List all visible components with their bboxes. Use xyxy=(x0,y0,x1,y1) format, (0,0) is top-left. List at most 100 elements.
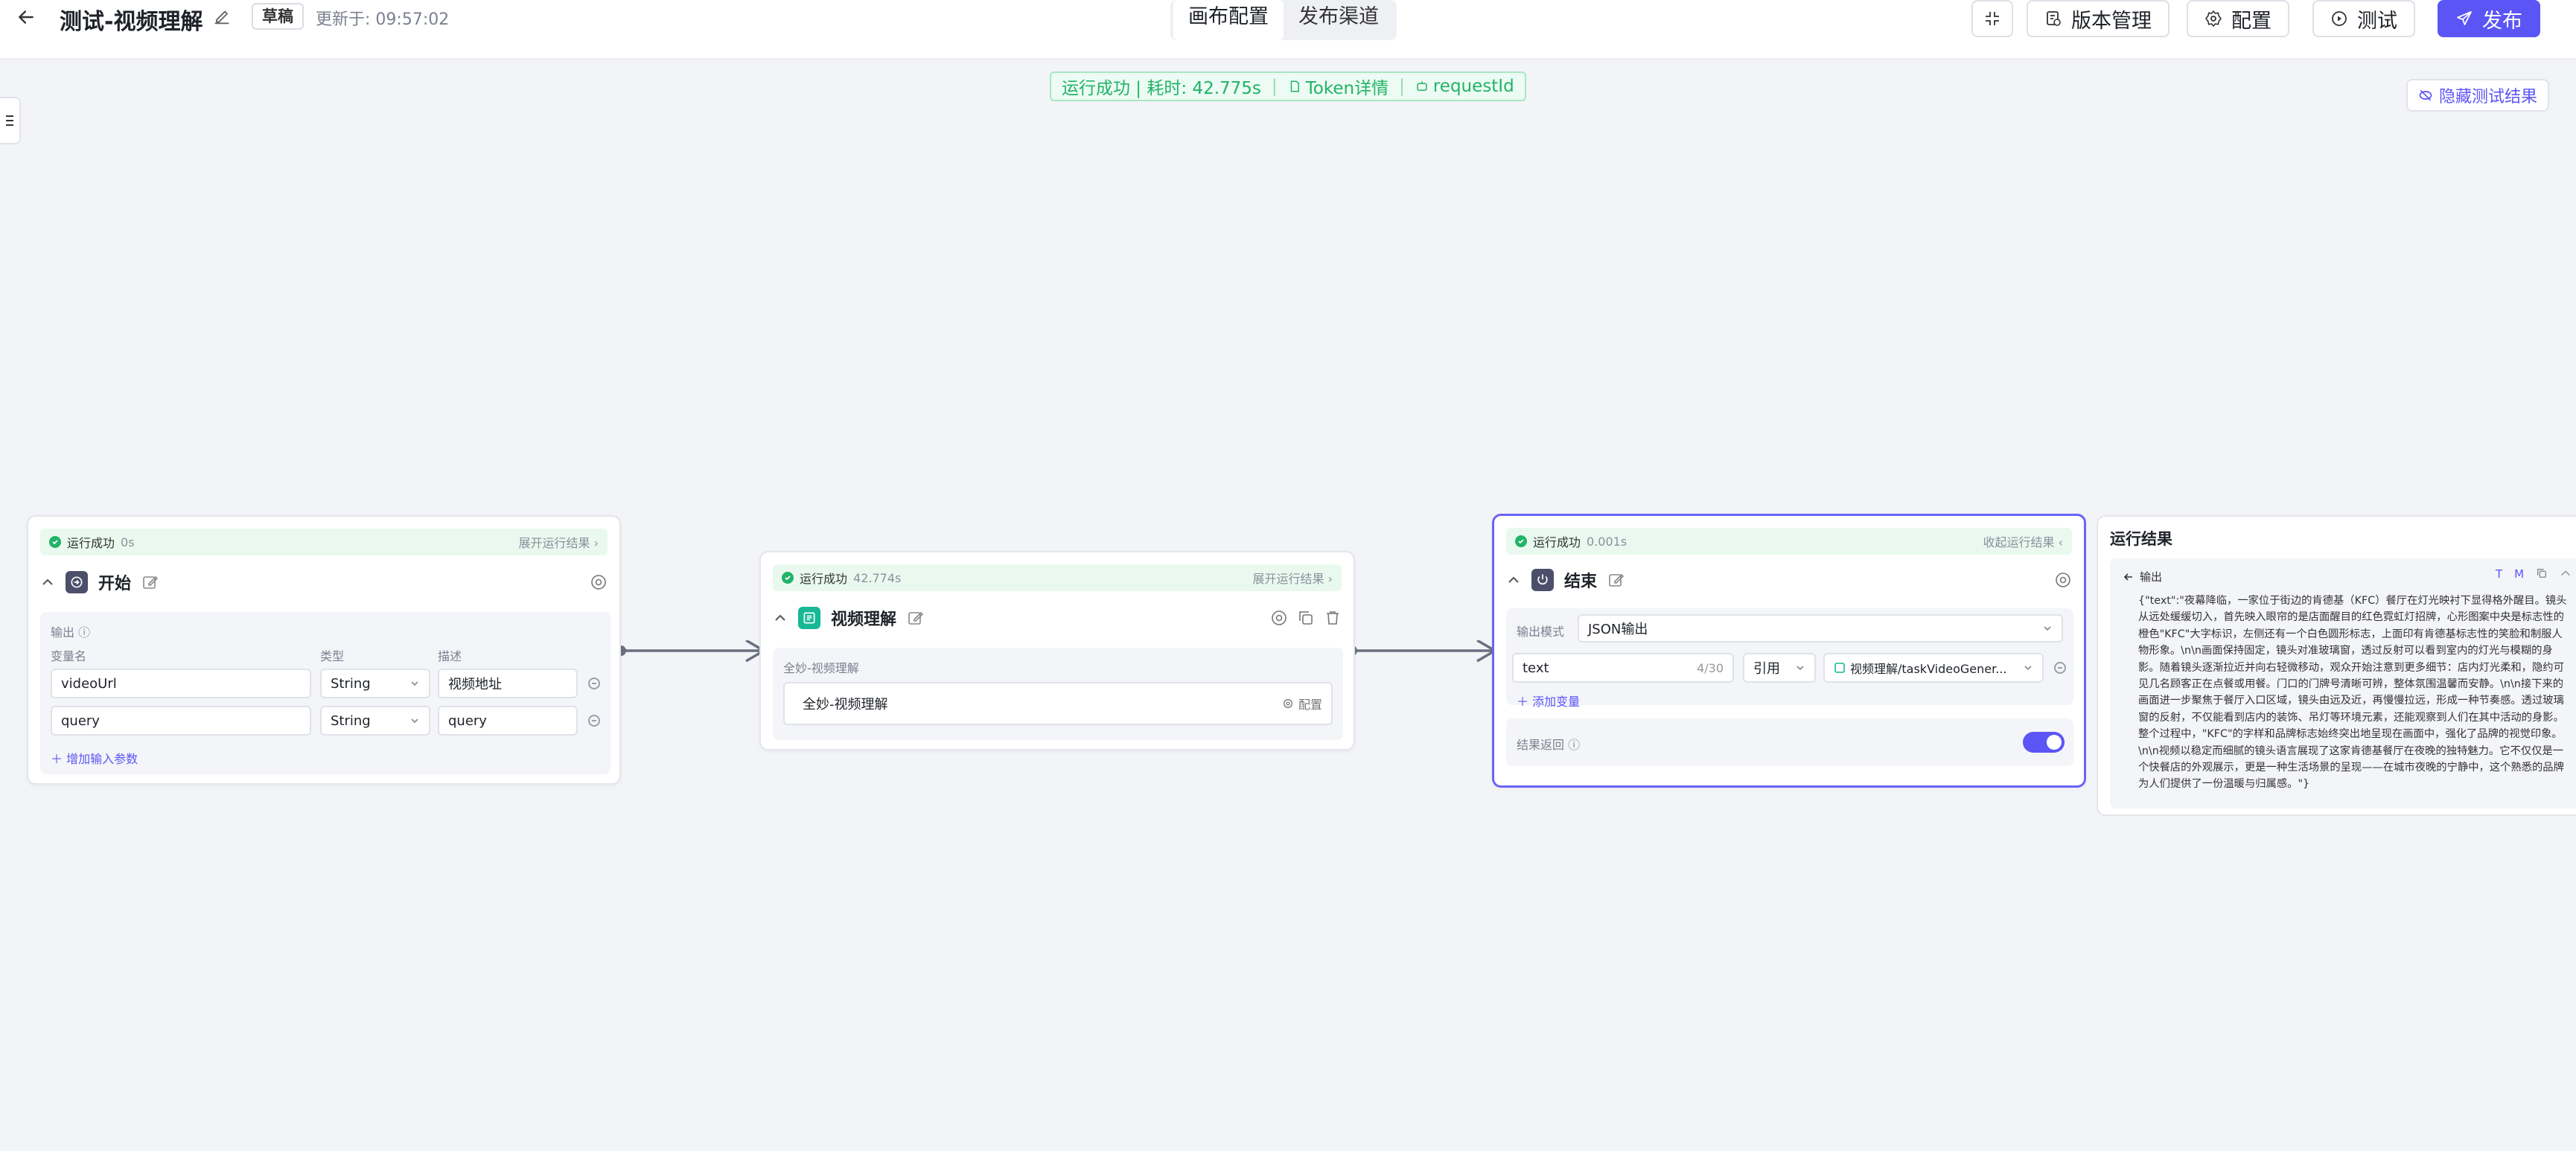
collapse-icon[interactable] xyxy=(2560,567,2572,579)
power-icon xyxy=(1531,569,1554,591)
mode-tabs: 画布配置 发布渠道 xyxy=(1170,0,1397,40)
top-bar: 测试-视频理解 草稿 更新于: 09:57:02 画布配置 发布渠道 版本管理 … xyxy=(0,0,2576,60)
ref-value-select[interactable]: 视频理解/taskVideoGener... xyxy=(1823,653,2044,683)
output-mode-select[interactable]: JSON输出 xyxy=(1578,614,2063,643)
workflow-title: 测试-视频理解 xyxy=(60,9,203,35)
remove-param-icon[interactable] xyxy=(588,715,600,727)
status-text: 运行成功 xyxy=(800,572,848,586)
param-type-select[interactable]: String xyxy=(320,669,430,698)
status-duration: 0.001s xyxy=(1587,534,1627,549)
edit-title-icon[interactable] xyxy=(211,6,234,28)
back-arrow-icon[interactable] xyxy=(10,1,42,33)
chevron-down-icon xyxy=(411,718,418,724)
eye-off-icon xyxy=(2419,89,2432,101)
send-icon xyxy=(2457,11,2472,25)
node-run-status: 运行成功 0s 展开运行结果 › xyxy=(40,529,608,555)
test-button[interactable]: 测试 xyxy=(2312,0,2415,37)
chevron-down-icon xyxy=(2024,666,2032,671)
copy-icon[interactable] xyxy=(1297,609,1315,627)
end-node[interactable]: 运行成功 0.001s 收起运行结果 ‹ 结束 输出模式 JSON输出 text… xyxy=(1492,514,2086,788)
version-management-button[interactable]: 版本管理 xyxy=(2027,0,2169,37)
column-desc: 描述 xyxy=(438,649,462,663)
markdown-view-button[interactable]: M xyxy=(2514,567,2524,581)
remove-var-icon[interactable] xyxy=(2054,662,2066,674)
add-input-param-link[interactable]: ＋ 增加输入参数 xyxy=(51,749,138,767)
arrow-left-icon xyxy=(2123,573,2132,581)
chevron-up-icon[interactable] xyxy=(773,610,788,625)
result-return-toggle[interactable] xyxy=(2023,732,2065,753)
test-label: 测试 xyxy=(2357,9,2397,33)
remove-param-icon[interactable] xyxy=(588,677,600,689)
add-variable-link[interactable]: ＋ 添加变量 xyxy=(1517,692,1580,710)
node-run-status: 运行成功 42.774s 展开运行结果 › xyxy=(773,564,1342,591)
node-header: 开始 xyxy=(40,570,608,594)
status-text: 运行成功 xyxy=(67,536,115,550)
run-status-text: 运行成功 | 耗时: 42.775s xyxy=(1062,79,1261,98)
settings-icon[interactable] xyxy=(1270,609,1288,627)
collapse-results-link[interactable]: 收起运行结果 ‹ xyxy=(1983,532,2064,550)
publish-button[interactable]: 发布 xyxy=(2438,0,2540,37)
result-title: 运行结果 xyxy=(2110,530,2172,548)
model-config-link[interactable]: 配置 xyxy=(1282,695,1322,712)
output-config-panel: 输出模式 JSON输出 text 4/30 引用 视频理解/taskVideoG… xyxy=(1506,608,2073,709)
result-view-tools: T M xyxy=(2496,567,2572,581)
edit-icon[interactable] xyxy=(907,609,925,627)
success-check-icon xyxy=(782,572,794,584)
publish-label: 发布 xyxy=(2482,9,2522,33)
document-icon xyxy=(1290,80,1299,92)
edit-icon[interactable] xyxy=(141,573,159,591)
param-desc-input[interactable]: query xyxy=(438,706,578,736)
status-duration: 42.774s xyxy=(853,570,902,585)
draft-badge: 草稿 xyxy=(252,3,304,30)
param-name-input[interactable]: videoUrl xyxy=(51,669,311,698)
divider: | xyxy=(1399,77,1405,96)
ref-type-select[interactable]: 引用 xyxy=(1743,653,1816,683)
divider: | xyxy=(1271,77,1278,96)
output-toggle[interactable]: 输出 xyxy=(2123,569,2162,584)
success-check-icon xyxy=(1515,535,1527,547)
tab-publish-channel[interactable]: 发布渠道 xyxy=(1284,0,1394,40)
column-name: 变量名 xyxy=(51,649,87,663)
expand-results-link[interactable]: 展开运行结果 › xyxy=(519,533,599,551)
delete-icon[interactable] xyxy=(1324,609,1342,627)
updated-value: 09:57:02 xyxy=(375,10,450,29)
text-view-button[interactable]: T xyxy=(2496,567,2502,581)
param-name-input[interactable]: query xyxy=(51,706,311,736)
hide-test-results-button[interactable]: 隐藏测试结果 xyxy=(2406,79,2550,112)
config-label: 配置 xyxy=(2231,9,2271,33)
chevron-up-icon[interactable] xyxy=(1506,573,1521,587)
robot-icon xyxy=(1417,81,1427,91)
video-understanding-node[interactable]: 运行成功 42.774s 展开运行结果 › 视频理解 全妙-视频理解 全妙-视频… xyxy=(759,551,1355,750)
sidebar-toggle[interactable] xyxy=(0,97,21,144)
settings-icon[interactable] xyxy=(590,573,608,591)
param-type-select[interactable]: String xyxy=(320,706,430,736)
column-type: 类型 xyxy=(320,649,345,663)
node-header: 结束 xyxy=(1506,568,2072,592)
copy-icon[interactable] xyxy=(2536,567,2548,579)
collapse-button[interactable] xyxy=(1971,0,2013,37)
edit-icon[interactable] xyxy=(1607,571,1625,589)
model-item-name: 全妙-视频理解 xyxy=(803,697,888,712)
token-detail-link[interactable]: Token详情 xyxy=(1288,74,1389,99)
expand-results-link[interactable]: 展开运行结果 › xyxy=(1253,569,1333,587)
video-understanding-icon xyxy=(798,607,820,629)
request-id-link[interactable]: requestId xyxy=(1415,77,1514,96)
settings-icon[interactable] xyxy=(2054,571,2072,589)
param-desc-input[interactable]: 视频地址 xyxy=(438,669,578,698)
var-name-input[interactable]: text 4/30 xyxy=(1512,653,1734,683)
play-circle-icon xyxy=(2332,11,2347,26)
model-item[interactable]: 全妙-视频理解 配置 xyxy=(783,682,1333,725)
tab-canvas-config[interactable]: 画布配置 xyxy=(1173,0,1284,40)
updated-label: 更新于: xyxy=(316,10,371,29)
config-button[interactable]: 配置 xyxy=(2187,0,2289,37)
output-label: 输出 ⓘ xyxy=(51,625,91,640)
result-body: 输出 T M {"text":"夜幕降临，一家位于街边的肯德基（KFC）餐厅在灯… xyxy=(2110,558,2576,809)
start-node[interactable]: 运行成功 0s 展开运行结果 › 开始 输出 ⓘ 变量名 类型 描述 video… xyxy=(27,515,621,785)
node-header: 视频理解 xyxy=(773,606,1342,630)
node-title: 结束 xyxy=(1564,573,1598,591)
gear-icon xyxy=(1283,699,1292,708)
chevron-up-icon[interactable] xyxy=(40,575,55,590)
success-check-icon xyxy=(49,536,61,548)
chevron-down-icon xyxy=(1796,666,1804,671)
output-mode-label: 输出模式 xyxy=(1517,625,1565,639)
